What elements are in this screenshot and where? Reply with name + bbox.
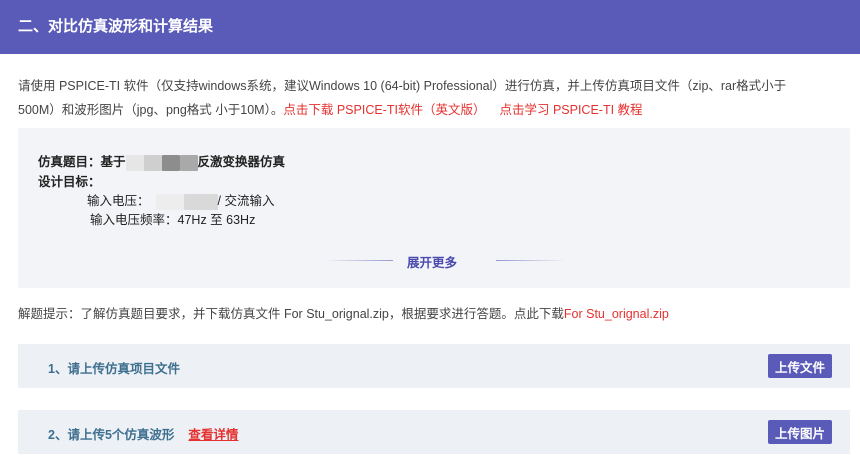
expand-more: 展开更多 [18,250,850,270]
input-voltage-suffix: / 交流输入 [217,194,275,208]
redacted-block [125,154,144,171]
task-upload-project: 1、请上传仿真项目文件 上传文件 [18,344,850,388]
input-frequency-value: 47Hz 至 63Hz [177,213,256,227]
redacted-block [183,193,218,210]
intro-line1: 请使用 PSPICE-TI 软件（仅支持windows系统，建议Windows … [18,79,787,93]
problem-title-row: 仿真题目：基于 反激变换器仿真 [38,151,285,171]
solution-hint: 解题提示：了解仿真题目要求，并下载仿真文件 For Stu_orignal.zi… [18,303,669,322]
tutorial-link[interactable]: 点击学习 PSPICE-TI 教程 [499,103,642,117]
redacted-block [179,154,198,171]
task-upload-waveforms: 2、请上传5个仿真波形 查看详情 上传图片 [18,410,850,454]
task-label: 1、请上传仿真项目文件 [48,362,180,376]
task-label-row: 2、请上传5个仿真波形 查看详情 [48,424,238,443]
download-software-link[interactable]: 点击下载 PSPICE-TI软件（英文版） [283,103,485,117]
redacted-block [155,193,184,210]
hint-text: 解题提示：了解仿真题目要求，并下载仿真文件 For Stu_orignal.zi… [18,307,564,321]
view-details-link[interactable]: 查看详情 [188,428,238,442]
input-voltage-row: 输入电压： / 交流输入 [87,190,274,210]
problem-title-prefix: 基于 [100,155,126,169]
section-header: 二、对比仿真波形和计算结果 [0,0,860,54]
intro-text: 请使用 PSPICE-TI 软件（仅支持windows系统，建议Windows … [18,74,848,122]
input-frequency-label: 输入电压频率： [90,213,178,227]
expand-more-button[interactable]: 展开更多 [407,252,457,271]
section-title: 二、对比仿真波形和计算结果 [18,18,214,35]
upload-image-button[interactable]: 上传图片 [768,420,832,444]
problem-info-box: 仿真题目：基于 反激变换器仿真 设计目标： 输入电压： / 交流输入 输入电压频率：… [18,128,850,288]
input-voltage-label: 输入电压： [87,194,150,208]
expand-divider-left [323,260,393,261]
download-stu-file-link[interactable]: For Stu_orignal.zip [564,307,669,321]
task-label: 2、请上传5个仿真波形 [48,428,175,442]
redacted-block [161,154,180,171]
upload-file-button[interactable]: 上传文件 [768,354,832,378]
redacted-block [143,154,162,171]
expand-divider-right [496,260,566,261]
input-frequency-row: 输入电压频率：47Hz 至 63Hz [90,209,255,228]
problem-title-label: 仿真题目： [38,155,101,169]
intro-line2: 500M）和波形图片（jpg、png格式 小于10M）。 [18,103,284,117]
problem-title-suffix: 反激变换器仿真 [197,155,286,169]
design-goal-label: 设计目标： [38,175,101,189]
